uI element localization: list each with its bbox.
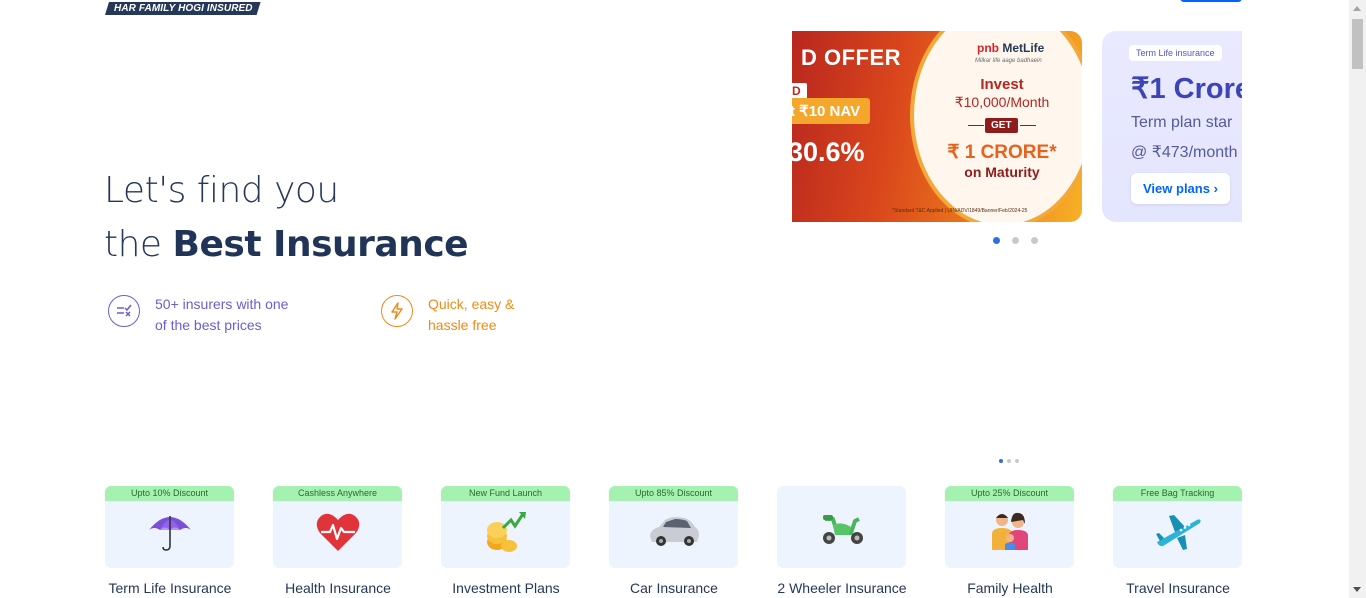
- hero-heading-prefix: the: [104, 224, 173, 265]
- hero-heading-line2: the Best Insurance: [104, 224, 469, 265]
- banner1-divider-left: [968, 125, 984, 126]
- banner1-offer: D OFFER: [801, 45, 902, 70]
- feature-quick: Quick, easy & hassle free: [381, 294, 578, 336]
- carousel-dot[interactable]: [1007, 459, 1011, 463]
- pnb-logo-name: MetLife: [1002, 41, 1045, 55]
- product-car[interactable]: Upto 85% Discount Car Insurance: [609, 486, 738, 596]
- product-card[interactable]: Upto 85% Discount: [609, 486, 738, 568]
- product-badge: Upto 10% Discount: [105, 486, 234, 501]
- banner1-tag: D: [792, 83, 807, 99]
- product-two-wheeler[interactable]: 2 Wheeler Insurance: [777, 486, 907, 596]
- banner1-maturity: on Maturity: [964, 164, 1040, 180]
- hero-heading-bold: Best Insurance: [172, 224, 469, 265]
- airplane-icon: [1155, 515, 1201, 550]
- family-icon: [991, 512, 1028, 550]
- banner1-crore: ₹ 1 CRORE*: [947, 142, 1057, 163]
- product-card[interactable]: [777, 486, 906, 568]
- compare-icon: [108, 295, 140, 327]
- carousel-dot[interactable]: [1031, 237, 1038, 244]
- product-card[interactable]: New Fund Launch: [441, 486, 570, 568]
- top-action-button[interactable]: [1180, 0, 1242, 2]
- product-family-health[interactable]: Upto 25% Discount Family Health: [945, 486, 1074, 596]
- product-name[interactable]: Travel Insurance: [1103, 580, 1253, 596]
- banner1-percent: 30.6%: [792, 137, 865, 167]
- scroll-down-arrow-icon[interactable]: [1353, 587, 1361, 592]
- product-badge: Upto 25% Discount: [945, 486, 1074, 501]
- banner-term-life[interactable]: Term Life insurance ₹1 Crore Term plan s…: [1102, 31, 1242, 222]
- banner-carousel[interactable]: D OFFER D t ₹10 NAV 30.6% pnb MetLife Mi…: [792, 31, 1242, 222]
- banner1-slogan: Milkar life aage badhaein: [975, 58, 1042, 64]
- product-badge: Free Bag Tracking: [1113, 486, 1242, 501]
- product-card[interactable]: Cashless Anywhere: [273, 486, 402, 568]
- banner1-get: GET: [985, 118, 1018, 133]
- carousel-dot[interactable]: [1015, 459, 1019, 463]
- product-investment[interactable]: New Fund Launch Investment Plans: [441, 486, 570, 596]
- banner2-amount: ₹1 Crore: [1131, 73, 1242, 105]
- banner1-nav: t ₹10 NAV: [792, 98, 871, 124]
- banner-pnb-metlife[interactable]: D OFFER D t ₹10 NAV 30.6% pnb MetLife Mi…: [792, 31, 1082, 222]
- scooter-icon: [822, 515, 863, 544]
- product-card[interactable]: Upto 25% Discount: [945, 486, 1074, 568]
- scroll-up-arrow-icon[interactable]: [1353, 6, 1361, 11]
- carousel-dot[interactable]: [999, 459, 1003, 463]
- product-badge: New Fund Launch: [441, 486, 570, 501]
- page-scrollbar[interactable]: [1349, 0, 1366, 598]
- product-name[interactable]: Health Insurance: [263, 580, 413, 596]
- product-name[interactable]: Family Health: [935, 580, 1085, 596]
- product-name[interactable]: Term Life Insurance: [95, 580, 245, 596]
- carousel-dot[interactable]: [993, 237, 1000, 244]
- hero-heading-line1: Let's find you: [104, 170, 339, 211]
- banner1-divider-right: [1020, 125, 1036, 126]
- scrollbar-thumb[interactable]: [1352, 19, 1363, 69]
- product-card[interactable]: Free Bag Tracking: [1113, 486, 1242, 568]
- car-icon: [649, 517, 699, 546]
- pnb-metlife-logo: pnb MetLife: [977, 41, 1044, 55]
- feature-insurers: 50+ insurers with one of the best prices: [108, 294, 305, 336]
- products-carousel-dots: [999, 459, 1019, 463]
- feature-quick-line1: Quick, easy &: [428, 296, 515, 312]
- view-plans-button[interactable]: View plans ›: [1131, 173, 1230, 204]
- product-badge: Cashless Anywhere: [273, 486, 402, 501]
- product-badge: Upto 85% Discount: [609, 486, 738, 501]
- banner-carousel-dots: [993, 237, 1038, 244]
- feature-quick-line2: hassle free: [428, 317, 497, 333]
- feature-insurers-line1: 50+ insurers with one: [155, 296, 289, 312]
- banner2-price: @ ₹473/month: [1131, 144, 1238, 161]
- carousel-dot[interactable]: [1012, 237, 1019, 244]
- product-list: Upto 10% Discount Term Life Insurance Ca…: [105, 486, 1242, 596]
- banner1-invest: Invest: [980, 76, 1024, 93]
- product-card[interactable]: Upto 10% Discount: [105, 486, 234, 568]
- heart-icon: [316, 513, 359, 551]
- banner2-subtitle: Term plan star: [1131, 114, 1233, 131]
- banner1-amount: ₹10,000/Month: [954, 94, 1050, 110]
- product-name[interactable]: 2 Wheeler Insurance: [767, 580, 917, 596]
- product-travel[interactable]: Free Bag Tracking Travel Insurance: [1113, 486, 1242, 596]
- tagline-badge: HAR FAMILY HOGI INSURED: [105, 2, 261, 15]
- pnb-logo-prefix: pnb: [977, 41, 999, 55]
- product-name[interactable]: Investment Plans: [431, 580, 581, 596]
- banner1-disclaimer: *Standard T&C Applied | UIN/ADV/1849/Ban…: [892, 208, 1028, 214]
- coins-growth-icon: [486, 512, 526, 552]
- feature-insurers-line2: of the best prices: [155, 317, 262, 333]
- product-health[interactable]: Cashless Anywhere Health Insurance: [273, 486, 402, 596]
- product-name[interactable]: Car Insurance: [599, 580, 749, 596]
- product-term-life[interactable]: Upto 10% Discount Term Life Insurance: [105, 486, 234, 596]
- banner2-tag: Term Life insurance: [1129, 45, 1222, 61]
- umbrella-icon: [148, 516, 191, 551]
- lightning-icon: [381, 295, 413, 327]
